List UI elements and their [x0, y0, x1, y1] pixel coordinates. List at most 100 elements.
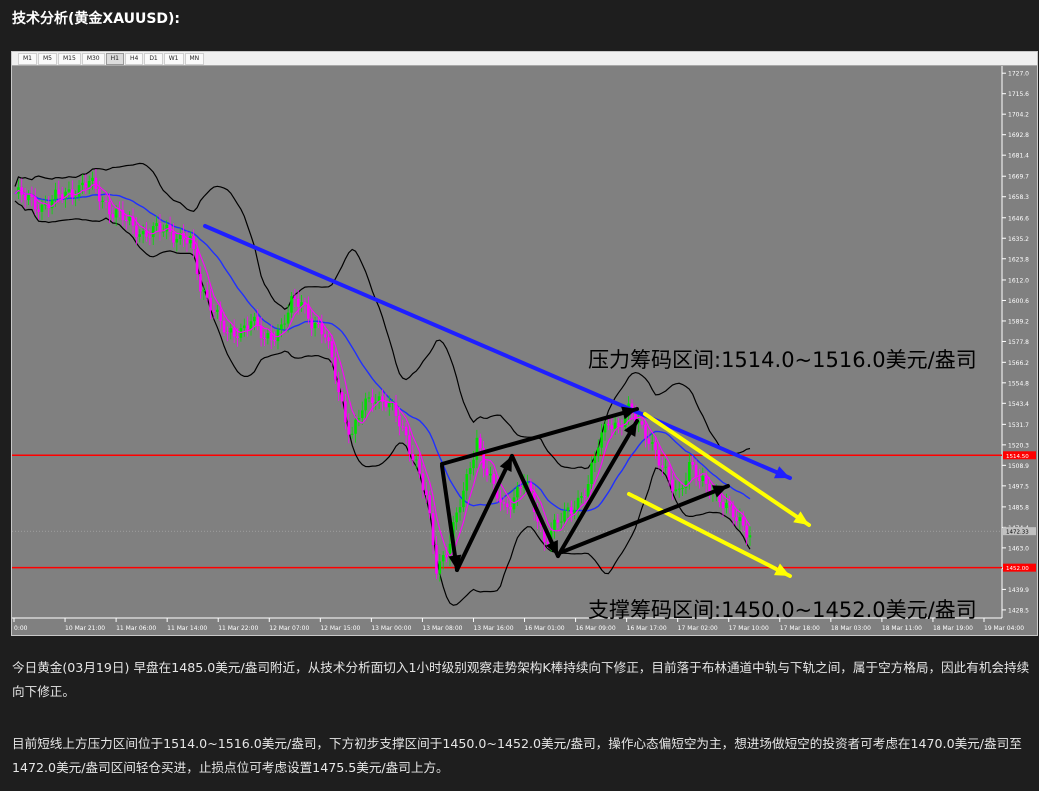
bullish-candle: [175, 238, 179, 243]
bearish-candle: [546, 541, 550, 544]
bullish-candle: [725, 502, 728, 509]
bullish-candle: [276, 329, 280, 342]
timeframe-w1-button[interactable]: W1: [163, 52, 184, 65]
bullish-candle: [357, 417, 361, 420]
bearish-candle: [145, 231, 148, 237]
bearish-candle: [199, 273, 202, 292]
y-tick-label: 1439.9: [1008, 587, 1029, 594]
bearish-candle: [445, 555, 448, 558]
bullish-candle: [563, 510, 566, 522]
bullish-candle: [455, 512, 458, 523]
bullish-candle: [128, 216, 131, 221]
bearish-candle: [671, 479, 674, 492]
bullish-candle: [202, 289, 206, 292]
bullish-candle: [74, 196, 77, 198]
resistance-zone-label: 压力筹码区间:1514.0~1516.0美元/盎司: [588, 348, 977, 372]
bearish-candle: [148, 236, 152, 238]
y-tick-label: 1485.8: [1008, 504, 1029, 511]
bearish-candle: [323, 334, 327, 338]
x-tick-label: 18 Mar 19:00: [933, 625, 973, 632]
bullish-candle: [576, 497, 580, 510]
bullish-candle: [674, 489, 678, 492]
bearish-candle: [647, 438, 651, 444]
support-zone-label: 支撑筹码区间:1450.0~1452.0美元/盎司: [588, 598, 977, 622]
bullish-candle: [650, 442, 654, 444]
x-tick-label: 12 Mar 15:00: [320, 625, 360, 632]
bearish-candle: [344, 401, 347, 423]
bullish-candle: [559, 521, 563, 523]
bullish-candle: [613, 422, 617, 429]
bearish-candle: [404, 426, 408, 436]
bearish-candle: [492, 473, 496, 484]
bearish-candle: [23, 194, 27, 201]
timeframe-mn-button[interactable]: MN: [184, 52, 205, 65]
y-tick-label: 1646.6: [1008, 215, 1029, 222]
bullish-candle: [215, 309, 219, 312]
bullish-candle: [664, 466, 668, 468]
bullish-candle: [553, 519, 556, 532]
bearish-candle: [371, 397, 374, 403]
bullish-candle: [596, 447, 600, 457]
x-tick-label: 17 Mar 10:00: [729, 625, 769, 632]
bearish-candle: [310, 318, 313, 329]
y-tick-label: 1497.5: [1008, 483, 1029, 490]
bearish-candle: [232, 328, 236, 337]
bullish-candle: [350, 433, 354, 435]
bullish-candle: [54, 189, 57, 200]
bullish-candle: [367, 397, 371, 399]
bullish-candle: [151, 226, 155, 238]
level-price-label: 1452.00: [1006, 566, 1029, 572]
bearish-candle: [172, 231, 175, 243]
bearish-candle: [499, 498, 502, 503]
analysis-paragraph-2: 目前短线上方压力区间位于1514.0~1516.0美元/盎司，下方初步支撑区间于…: [12, 736, 1022, 775]
timeframe-m30-button[interactable]: M30: [81, 52, 105, 65]
bullish-candle: [253, 316, 256, 322]
current-price-label: 1472.33: [1006, 530, 1029, 536]
x-tick-label: 16 Mar 17:00: [627, 625, 667, 632]
bullish-candle: [87, 180, 91, 188]
bearish-candle: [421, 473, 425, 491]
timeframe-m5-button[interactable]: M5: [38, 52, 57, 65]
bearish-candle: [108, 202, 111, 215]
bearish-candle: [502, 502, 506, 504]
timeframe-m15-button[interactable]: M15: [58, 52, 81, 65]
timeframe-m1-button[interactable]: M1: [18, 52, 37, 65]
bearish-candle: [425, 490, 428, 496]
y-tick-label: 1508.9: [1008, 463, 1029, 470]
chart-panel: M1 M5 M15 M30 H1 H4 D1 W1 MN 1727.0 1715.6 1704.2 1…: [11, 51, 1038, 636]
bearish-candle: [401, 426, 405, 428]
bearish-candle: [654, 442, 657, 451]
bearish-candle: [124, 220, 128, 222]
timeframe-h1-button[interactable]: H1: [105, 52, 124, 65]
x-tick-label: 0:00: [14, 625, 28, 632]
bearish-candle: [320, 323, 324, 335]
bearish-candle: [57, 189, 61, 195]
bullish-candle: [441, 555, 445, 562]
bearish-candle: [381, 396, 384, 402]
y-tick-label: 1566.2: [1008, 360, 1029, 367]
timeframe-h4-button[interactable]: H4: [124, 52, 144, 65]
x-tick-label: 19 Mar 04:00: [984, 625, 1024, 632]
bearish-candle: [519, 487, 523, 489]
y-tick-label: 1589.2: [1008, 318, 1029, 325]
x-tick-label: 11 Mar 22:00: [218, 625, 258, 632]
bullish-candle: [458, 507, 462, 513]
timeframe-d1-button[interactable]: D1: [144, 52, 163, 65]
bullish-candle: [266, 333, 270, 339]
bullish-candle: [286, 312, 290, 324]
bullish-candle: [462, 490, 465, 508]
bearish-candle: [431, 513, 435, 546]
bearish-candle: [185, 239, 189, 244]
bullish-candle: [101, 200, 104, 202]
bearish-candle: [273, 340, 276, 342]
bullish-candle: [748, 535, 752, 538]
bearish-candle: [478, 437, 482, 449]
bearish-candle: [347, 422, 351, 435]
bullish-candle: [283, 323, 287, 325]
bullish-candle: [67, 189, 71, 192]
bearish-candle: [644, 424, 647, 439]
price-chart: 1727.0 1715.6 1704.2 1692.8 1681.4 1669.7 1658…: [12, 66, 1037, 635]
bearish-candle: [236, 336, 239, 338]
y-tick-label: 1669.7: [1008, 174, 1029, 181]
x-tick-label: 18 Mar 03:00: [831, 625, 871, 632]
